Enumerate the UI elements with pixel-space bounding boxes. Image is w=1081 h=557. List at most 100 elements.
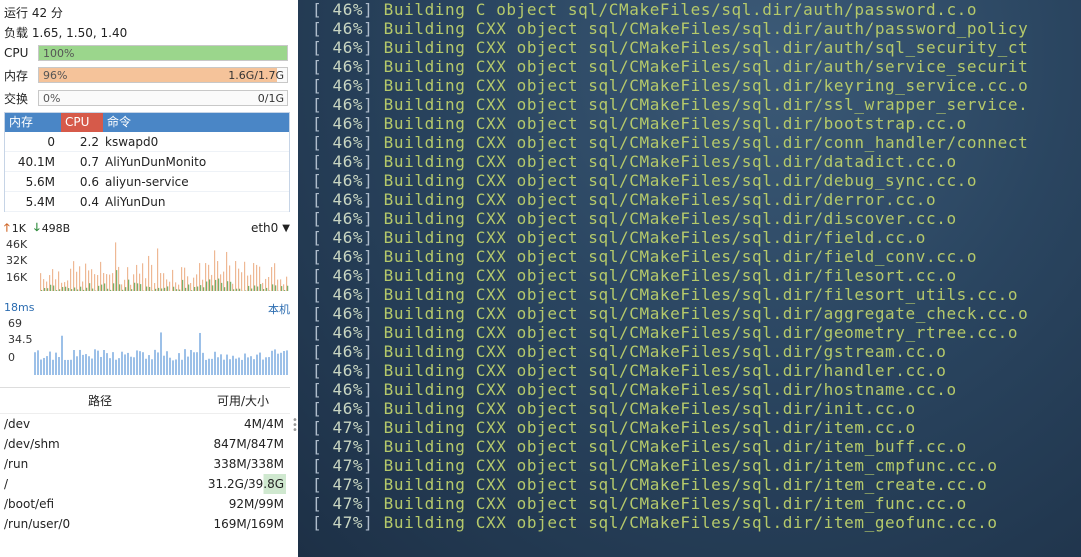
latency-bar	[199, 332, 201, 375]
latency-bar	[94, 349, 96, 375]
command-header[interactable]: 命令	[103, 113, 289, 132]
terminal-line: [ 47%] Building CXX object sql/CMakeFile…	[312, 456, 998, 475]
latency-bar	[154, 349, 156, 375]
upload-traffic-bar	[187, 276, 189, 291]
latency-bar	[88, 356, 90, 375]
latency-bar	[187, 356, 189, 375]
latency-bar	[79, 349, 81, 375]
build-message: Building C object sql/CMakeFiles/sql.dir…	[383, 0, 978, 19]
build-message: Building CXX object sql/CMakeFiles/sql.d…	[383, 95, 1029, 114]
upload-traffic-bar	[190, 282, 192, 291]
build-percent: 46%	[322, 95, 364, 114]
latency-bar	[229, 359, 231, 375]
table-row[interactable]: / 31.2G/39.8G	[0, 474, 290, 494]
table-row[interactable]: 5.4M 0.4 AliYunDun	[5, 192, 289, 212]
resize-grip-icon[interactable]: • • •	[292, 416, 298, 436]
download-traffic-bar	[263, 289, 265, 291]
chevron-down-icon: ▼	[282, 222, 290, 234]
cpu-meter-fill	[39, 46, 287, 60]
download-traffic-bar	[125, 287, 127, 291]
download-traffic-bar	[80, 286, 82, 291]
download-traffic-bar	[239, 288, 241, 291]
sort-by-memory-header[interactable]: 内存	[5, 113, 61, 132]
table-row[interactable]: /boot/efi 92M/99M	[0, 494, 290, 514]
disk-table-header: 路径 可用/大小	[0, 388, 290, 414]
terminal-line: [ 46%] Building CXX object sql/CMakeFile…	[312, 209, 957, 228]
upload-traffic-bar	[79, 266, 81, 291]
bracket-open: [	[312, 304, 323, 323]
table-row[interactable]: /dev 4M/4M	[0, 414, 290, 434]
table-row[interactable]: /run 338M/338M	[0, 454, 290, 474]
latency-bar	[40, 359, 42, 375]
swap-meter-label: 交换	[4, 91, 29, 106]
disk-path: /run/user/0	[4, 517, 71, 531]
bracket-open: [	[312, 475, 323, 494]
bracket-open: [	[312, 95, 323, 114]
latency-bar	[103, 349, 105, 375]
cpu-meter-bar: 100%	[38, 45, 288, 61]
terminal-output[interactable]: [ 46%] Building C object sql/CMakeFiles/…	[298, 0, 1081, 557]
bracket-open: [	[312, 57, 323, 76]
table-row[interactable]: 0 2.2 kswapd0	[5, 132, 289, 152]
build-percent: 46%	[322, 361, 364, 380]
latency-bar	[118, 358, 120, 375]
table-row[interactable]: /run/user/0 169M/169M	[0, 514, 290, 534]
upload-traffic-bar	[274, 263, 276, 291]
download-traffic-bar	[281, 286, 283, 291]
bracket-open: [	[312, 285, 323, 304]
build-message: Building CXX object sql/CMakeFiles/sql.d…	[383, 418, 916, 437]
build-percent: 47%	[322, 437, 364, 456]
build-percent: 46%	[322, 114, 364, 133]
upload-arrow-icon: 🡑	[4, 220, 10, 234]
bracket-close: ]	[363, 171, 384, 190]
memory-meter-percent: 96%	[43, 69, 68, 82]
latency-bar	[145, 358, 147, 375]
download-traffic-bar	[224, 287, 226, 291]
build-message: Building CXX object sql/CMakeFiles/sql.d…	[383, 323, 1019, 342]
path-header[interactable]: 路径	[0, 388, 200, 413]
sort-by-cpu-header[interactable]: CPU	[61, 113, 103, 132]
latency-bar	[148, 355, 150, 375]
table-row[interactable]: 40.1M 0.7 AliYunDunMonito	[5, 152, 289, 172]
download-traffic-bar	[272, 284, 274, 291]
bracket-open: [	[312, 323, 323, 342]
build-message: Building CXX object sql/CMakeFiles/sql.d…	[383, 209, 957, 228]
table-row[interactable]: /dev/shm 847M/847M	[0, 434, 290, 454]
latency-bar	[214, 351, 216, 375]
download-traffic-bar	[77, 289, 79, 291]
interface-selector[interactable]: eth0 ▼	[251, 221, 290, 235]
build-message: Building CXX object sql/CMakeFiles/sql.d…	[383, 437, 967, 456]
build-percent: 47%	[322, 418, 364, 437]
build-percent: 46%	[322, 133, 364, 152]
build-percent: 46%	[322, 342, 364, 361]
process-table-header: 内存 CPU 命令	[5, 113, 289, 132]
process-command: aliyun-service	[105, 175, 189, 189]
upload-traffic-bar	[61, 282, 63, 291]
latency-bar	[274, 349, 276, 375]
download-traffic-bar	[41, 289, 43, 291]
table-row[interactable]: 5.6M 0.6 aliyun-service	[5, 172, 289, 192]
latency-host-link[interactable]: 本机	[268, 301, 290, 317]
build-message: Building CXX object sql/CMakeFiles/sql.d…	[383, 114, 967, 133]
latency-value: 18ms	[4, 301, 35, 314]
bracket-open: [	[312, 342, 323, 361]
download-traffic-bar	[116, 270, 118, 291]
available-size-header[interactable]: 可用/大小	[200, 388, 286, 413]
upload-traffic-bar	[157, 248, 159, 291]
latency-bar	[133, 357, 135, 375]
bracket-close: ]	[363, 228, 384, 247]
upload-traffic-bar	[88, 270, 90, 291]
latency-bar	[85, 354, 87, 375]
download-traffic-bar	[113, 283, 115, 291]
disk-path: /run	[4, 457, 29, 471]
download-traffic-bar	[266, 287, 268, 291]
latency-bar	[202, 352, 204, 375]
bracket-close: ]	[363, 285, 384, 304]
download-traffic-bar	[92, 288, 94, 291]
terminal-line: [ 46%] Building CXX object sql/CMakeFile…	[312, 342, 946, 361]
disk-path: /dev	[4, 417, 31, 431]
download-traffic-bar	[155, 288, 157, 291]
bracket-open: [	[312, 437, 323, 456]
terminal-line: [ 46%] Building CXX object sql/CMakeFile…	[312, 19, 1028, 38]
build-percent: 46%	[322, 399, 364, 418]
